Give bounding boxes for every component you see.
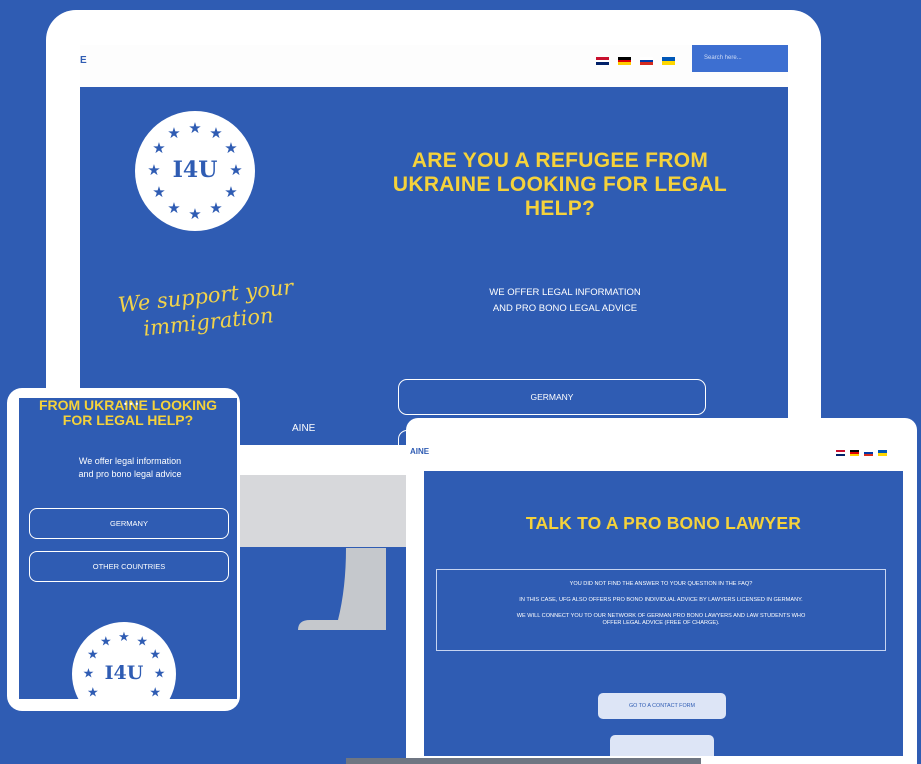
tablet-germany-button[interactable]: GERMANY [29, 508, 229, 539]
laptop-device: AINE TALK TO A PRO BONO LAWYER YOU DID N… [406, 418, 917, 764]
tagline-script: We support your immigration [116, 274, 295, 341]
laptop-ukraine-flag-icon[interactable] [878, 450, 887, 456]
desktop-header: E Search here... [80, 45, 788, 87]
monitor-chin [240, 475, 414, 547]
ukraine-flag-icon[interactable] [662, 57, 675, 65]
germany-flag-icon[interactable] [618, 57, 631, 66]
laptop-russia-flag-icon[interactable] [864, 450, 873, 456]
ukraine-text-fragment: AINE [292, 423, 316, 434]
subtitle-line-1: WE OFFER LEGAL INFORMATION [489, 287, 641, 298]
secondary-button[interactable] [610, 735, 714, 756]
svg-text:★: ★ [224, 183, 237, 201]
language-selector [596, 57, 675, 66]
svg-text:★: ★ [87, 647, 99, 662]
svg-text:★: ★ [209, 199, 222, 217]
russia-flag-icon[interactable] [640, 57, 653, 66]
search-input[interactable]: Search here... [692, 45, 788, 72]
svg-text:★: ★ [87, 686, 99, 699]
subtitle-line-2: AND PRO BONO LEGAL ADVICE [492, 303, 638, 314]
tablet-subtitle-line-2: and pro bono legal advice [78, 469, 182, 479]
svg-text:★: ★ [100, 634, 112, 649]
monitor-stand [298, 548, 386, 630]
tablet-screen: FROM UKRAINE LOOKING FOR LEGAL HELP? •••… [19, 398, 237, 699]
svg-text:★: ★ [224, 139, 237, 157]
svg-text:★: ★ [152, 183, 165, 201]
svg-text:★: ★ [118, 630, 130, 645]
tablet-other-countries-button-label: OTHER COUNTRIES [92, 562, 166, 571]
laptop-base [346, 758, 701, 764]
tablet-germany-button-label: GERMANY [110, 519, 148, 528]
laptop-united-kingdom-flag-icon[interactable] [836, 450, 845, 456]
info-box: YOU DID NOT FIND THE ANSWER TO YOUR QUES… [436, 569, 886, 651]
tablet-title-line-2: FOR LEGAL HELP? [62, 412, 194, 428]
svg-text:★: ★ [188, 119, 201, 137]
desktop-screen: E Search here... ★ ★ ★ ★ ★ ★ ★ ★ ★ ★ ★ ★ I4U We … [80, 45, 788, 445]
tablet-eu-stars-icon: ★ ★★ ★★★ ★★★ ★★★ [83, 630, 166, 699]
info-line-1: YOU DID NOT FIND THE ANSWER TO YOUR QUES… [569, 581, 753, 587]
svg-text:★: ★ [188, 205, 201, 223]
svg-text:★: ★ [152, 139, 165, 157]
page-subtitle: WE OFFER LEGAL INFORMATION AND PRO BONO … [415, 285, 715, 317]
tablet-other-countries-button[interactable]: OTHER COUNTRIES [29, 551, 229, 582]
svg-text:★: ★ [209, 124, 222, 142]
tablet-camera-dots: ••• [123, 400, 141, 409]
laptop-header: AINE [406, 418, 917, 470]
svg-text:★: ★ [167, 124, 180, 142]
info-line-3: WE WILL CONNECT YOU TO OUR NETWORK OF GE… [516, 613, 806, 626]
tablet-i4u-logo: ★ ★ ★ ★ ★ ★ ★ ★ ★ ★ ★ ★ I4U [72, 622, 176, 699]
germany-button-label: GERMANY [530, 392, 574, 402]
tablet-device: FROM UKRAINE LOOKING FOR LEGAL HELP? •••… [7, 388, 240, 711]
svg-text:★: ★ [149, 686, 161, 699]
site-brand-fragment[interactable]: E [80, 55, 87, 66]
germany-button[interactable]: GERMANY [398, 379, 706, 415]
laptop-screen: TALK TO A PRO BONO LAWYER YOU DID NOT FI… [424, 471, 903, 756]
page-title: ARE YOU A REFUGEE FROM UKRAINE LOOKING F… [392, 149, 728, 220]
laptop-brand-fragment[interactable]: AINE [410, 447, 429, 456]
contact-form-button[interactable]: GO TO A CONTACT FORM [598, 693, 726, 719]
svg-text:★: ★ [136, 634, 148, 649]
tablet-subtitle: We offer legal information and pro bono … [45, 455, 215, 481]
laptop-germany-flag-icon[interactable] [850, 450, 859, 456]
contact-form-button-label: GO TO A CONTACT FORM [628, 703, 696, 709]
svg-text:★: ★ [149, 647, 161, 662]
laptop-language-selector [836, 450, 887, 456]
svg-text:★: ★ [167, 199, 180, 217]
united-kingdom-flag-icon[interactable] [596, 57, 609, 66]
i4u-logo: ★ ★ ★ ★ ★ ★ ★ ★ ★ ★ ★ ★ I4U [135, 111, 255, 231]
search-placeholder: Search here... [704, 55, 742, 61]
logo-text: I4U [172, 157, 218, 183]
info-line-2: IN THIS CASE, UFG ALSO OFFERS PRO BONO I… [519, 597, 803, 603]
tablet-subtitle-line-1: We offer legal information [78, 456, 182, 466]
tablet-logo-text: I4U [104, 662, 144, 684]
laptop-page-title: TALK TO A PRO BONO LAWYER [525, 513, 802, 533]
